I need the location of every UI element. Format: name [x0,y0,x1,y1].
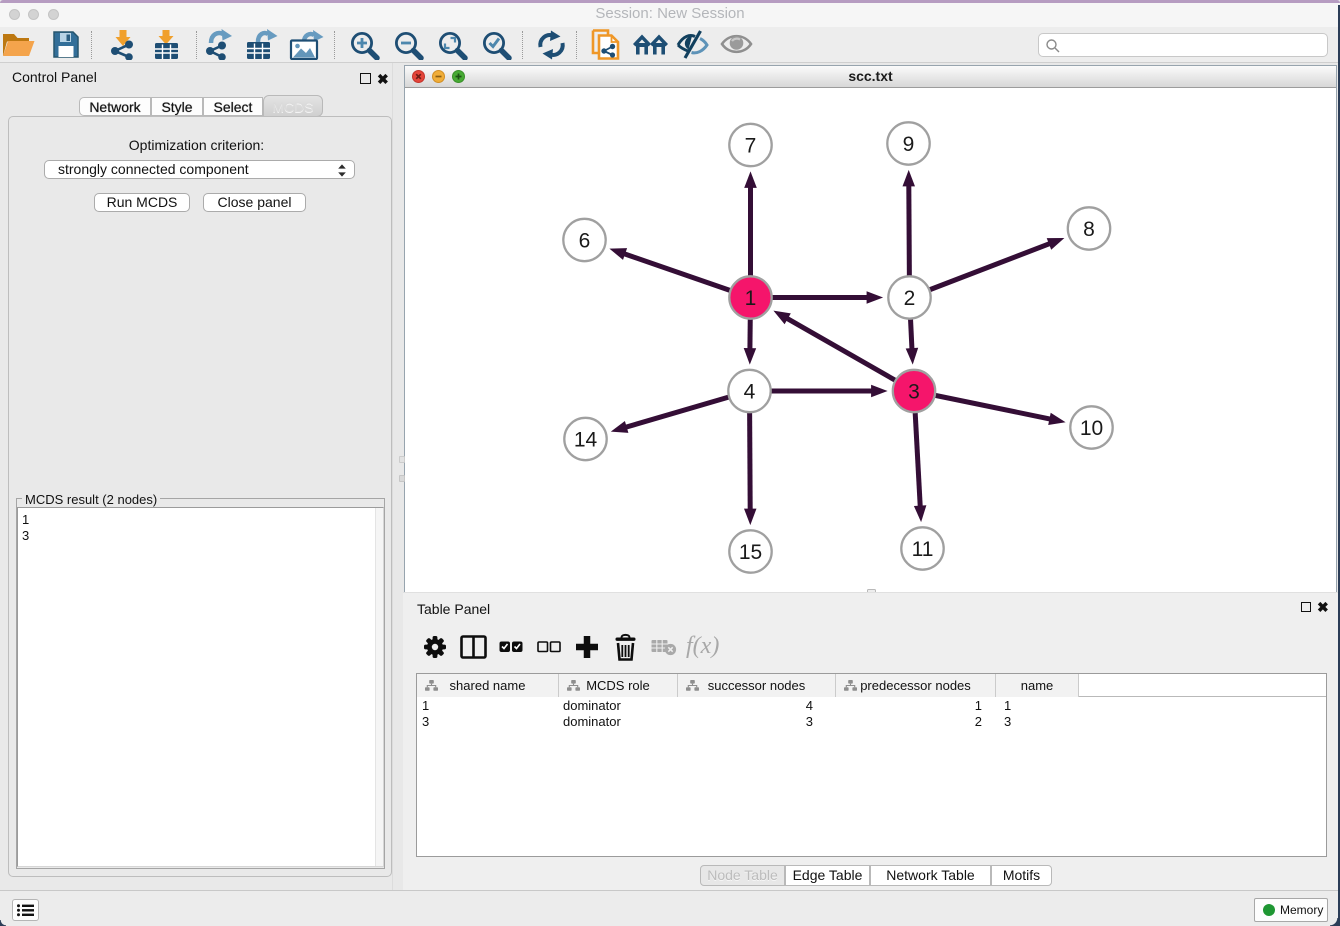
svg-text:6: 6 [579,230,591,253]
svg-text:8: 8 [1083,218,1095,241]
svg-text:7: 7 [745,135,757,158]
svg-text:11: 11 [912,538,934,561]
svg-text:15: 15 [739,541,762,564]
svg-text:9: 9 [903,133,915,156]
svg-text:1: 1 [745,287,757,310]
svg-text:3: 3 [908,381,920,404]
svg-text:14: 14 [574,429,598,452]
svg-text:2: 2 [904,287,916,310]
svg-text:10: 10 [1080,417,1103,440]
svg-text:4: 4 [744,381,756,404]
